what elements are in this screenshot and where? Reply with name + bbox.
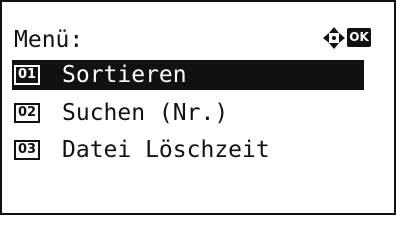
menu-item-label: Datei Löschzeit: [62, 137, 270, 163]
menu-title: Menü:: [14, 27, 84, 53]
menu-item-label: Suchen (Nr.): [62, 100, 229, 126]
menu-item-label: Sortieren: [62, 62, 187, 88]
menu-item-number: 02: [14, 103, 40, 123]
menu-item-number: 03: [14, 140, 40, 160]
menu-item-suchen[interactable]: 02 Suchen (Nr.): [12, 98, 228, 128]
menu-item-number: 01: [14, 65, 40, 85]
navigation-hint: OK: [322, 26, 380, 52]
menu-item-sortieren[interactable]: 01 Sortieren: [12, 60, 364, 90]
lcd-panel: Menü: OK 01 Sortieren 02 Suchen (Nr.) 03…: [0, 0, 396, 215]
four-way-arrow-icon: [323, 27, 345, 49]
ok-key-icon: OK: [347, 28, 371, 47]
menu-item-datei-loeschzeit[interactable]: 03 Datei Löschzeit: [12, 135, 270, 165]
